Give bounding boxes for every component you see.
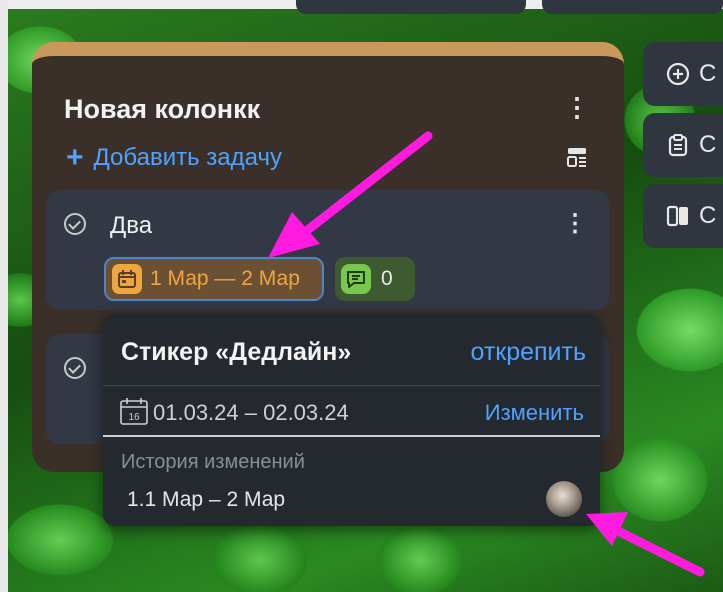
plus-circle-icon (666, 62, 690, 86)
task-title: Два (110, 212, 153, 239)
deadline-date-range: 01.03.24 – 02.03.24 (153, 400, 349, 425)
columns-icon (666, 205, 688, 227)
avatar[interactable] (546, 481, 582, 517)
complete-check-icon[interactable] (64, 357, 86, 379)
divider (103, 435, 600, 437)
top-toolbar-button[interactable] (296, 0, 526, 14)
clipboard-icon (668, 134, 688, 157)
add-task-label: Добавить задачу (93, 144, 282, 171)
history-entry: 1.1 Мар – 2 Мар (127, 488, 286, 511)
popup-title: Стикер «Дедлайн» (121, 338, 352, 366)
side-button-label: С (699, 202, 717, 229)
task-card[interactable]: Два ⋮ 1 Мар — 2 Мар 0 (46, 190, 609, 310)
add-task-button[interactable]: + Добавить задачу (66, 141, 282, 174)
top-toolbar-button[interactable] (542, 0, 723, 14)
comments-sticker[interactable]: 0 (335, 257, 415, 301)
side-button-label: С (699, 60, 717, 87)
left-edge-strip (0, 0, 8, 592)
edit-deadline-link[interactable]: Изменить (485, 400, 584, 426)
side-button-create[interactable]: С (643, 42, 723, 106)
task-menu-icon[interactable]: ⋮ (563, 212, 587, 236)
plus-icon: + (66, 141, 84, 174)
column-title[interactable]: Новая колонкк (64, 94, 260, 125)
calendar-icon: 16 (120, 398, 148, 425)
history-heading: История изменений (121, 451, 305, 473)
side-button-label: С (699, 131, 717, 158)
calendar-day: 16 (128, 412, 140, 423)
comment-icon (341, 264, 371, 294)
divider (103, 385, 600, 386)
column-menu-icon[interactable]: ⋮ (564, 94, 590, 120)
side-button-columns[interactable]: С (643, 184, 723, 248)
side-button-clipboard[interactable]: С (643, 113, 723, 177)
calendar-icon (112, 264, 142, 294)
complete-check-icon[interactable] (64, 213, 86, 235)
deadline-chip-text: 1 Мар — 2 Мар (150, 267, 300, 290)
comment-count: 0 (381, 267, 393, 290)
deadline-sticker-popup: Стикер «Дедлайн» открепить 16 01.03.24 –… (103, 314, 600, 526)
card-template-icon[interactable] (566, 146, 588, 168)
deadline-sticker[interactable]: 1 Мар — 2 Мар (104, 257, 324, 301)
unpin-link[interactable]: открепить (470, 338, 586, 367)
